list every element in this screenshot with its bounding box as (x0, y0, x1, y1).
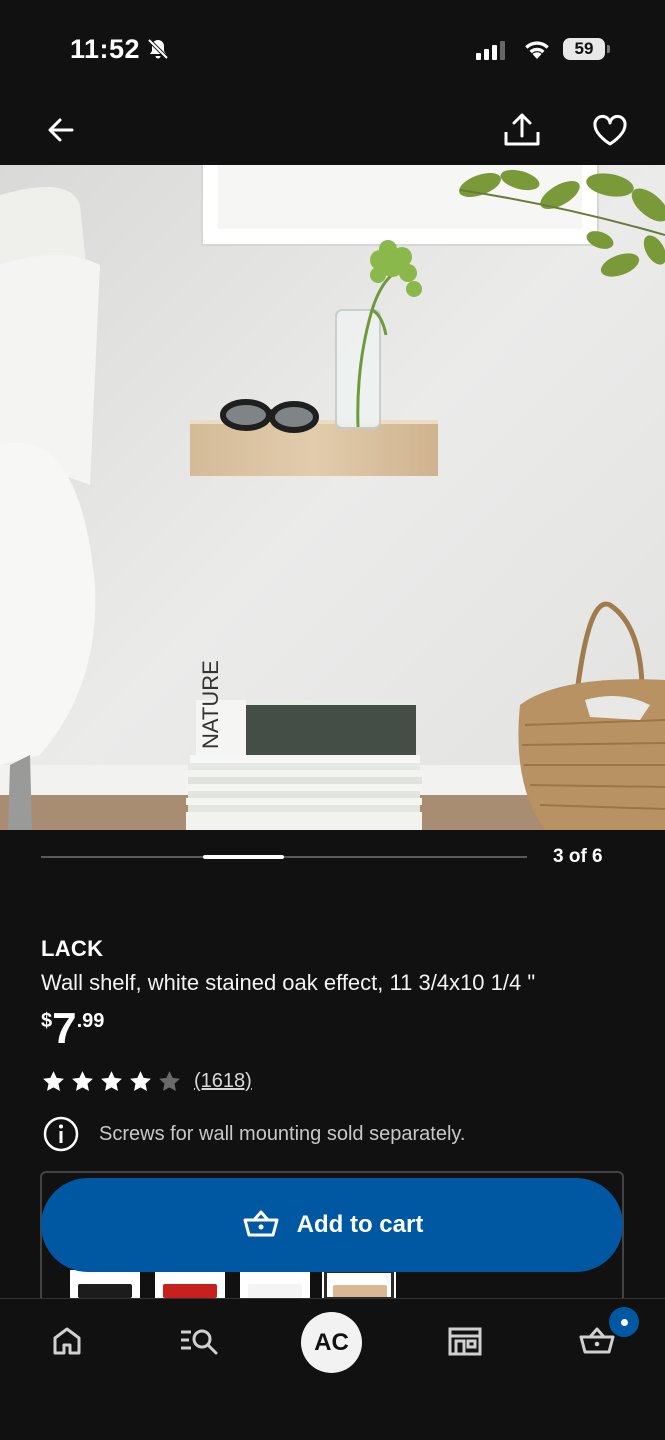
price-currency: $ (41, 1010, 53, 1032)
image-carousel-indicator: 3 of 6 (0, 830, 665, 890)
mounting-notice: Screws for wall mounting sold separately… (41, 1114, 465, 1154)
swatch-shelf (248, 1284, 302, 1298)
arrow-left-icon (48, 118, 74, 142)
color-swatch-red[interactable] (155, 1270, 225, 1300)
tab-home[interactable] (42, 1319, 92, 1363)
star-icon (101, 1071, 122, 1091)
share-icon (504, 113, 540, 146)
share-button[interactable] (500, 108, 544, 152)
product-price: $ 7 .99 (41, 1006, 104, 1052)
basket-icon (243, 1210, 279, 1237)
wifi-icon (522, 37, 552, 66)
star-icon (159, 1071, 180, 1091)
price-decimal: .99 (76, 1010, 105, 1032)
swatch-shelf (333, 1285, 387, 1297)
home-icon (53, 1327, 81, 1355)
top-nav-bar (0, 100, 665, 165)
star-icon (43, 1071, 64, 1091)
rating-count-link[interactable]: (1618) (194, 1070, 252, 1093)
color-swatch-black[interactable] (70, 1270, 140, 1300)
rating-stars (41, 1069, 182, 1094)
battery-indicator: 59 (563, 38, 605, 60)
image-counter: 3 of 6 (553, 846, 603, 867)
price-integer: 7 (52, 1004, 77, 1053)
product-rating[interactable]: (1618) (41, 1069, 252, 1094)
product-info: LACK Wall shelf, white stained oak effec… (41, 936, 641, 1052)
swatch-shelf (78, 1284, 132, 1298)
status-time: 11:52 (70, 34, 141, 64)
color-swatch-oak[interactable] (322, 1268, 396, 1302)
product-description: Wall shelf, white stained oak effect, 11… (41, 970, 536, 995)
product-image[interactable]: NATURE (0, 165, 665, 830)
star-icon (130, 1071, 151, 1091)
carousel-progress (203, 855, 284, 859)
bell-muted-icon (146, 37, 170, 66)
info-icon (43, 1116, 79, 1152)
avatar[interactable]: AC (301, 1312, 362, 1373)
search-list-icon (181, 1329, 218, 1355)
cellular-signal-icon (476, 40, 508, 65)
favorite-button[interactable] (588, 108, 632, 152)
heart-icon (593, 114, 627, 146)
star-icon (72, 1071, 93, 1091)
add-to-cart-label: Add to cart (296, 1211, 424, 1238)
product-name: LACK (41, 936, 104, 961)
cart-badge (609, 1307, 639, 1337)
tab-search[interactable] (174, 1319, 224, 1363)
add-to-cart-button[interactable]: Add to cart (41, 1178, 623, 1272)
status-bar: 11:52 59 (0, 0, 665, 100)
back-button[interactable] (42, 110, 82, 150)
battery-nub (607, 45, 610, 53)
swatch-shelf (163, 1284, 217, 1298)
notice-text: Screws for wall mounting sold separately… (99, 1122, 466, 1145)
bottom-tab-bar: AC (0, 1298, 665, 1440)
carousel-track[interactable] (41, 856, 527, 858)
store-icon (448, 1327, 482, 1356)
color-swatch-white[interactable] (240, 1270, 310, 1300)
book-spine-text: NATURE (198, 660, 223, 749)
tab-store[interactable] (440, 1319, 490, 1363)
